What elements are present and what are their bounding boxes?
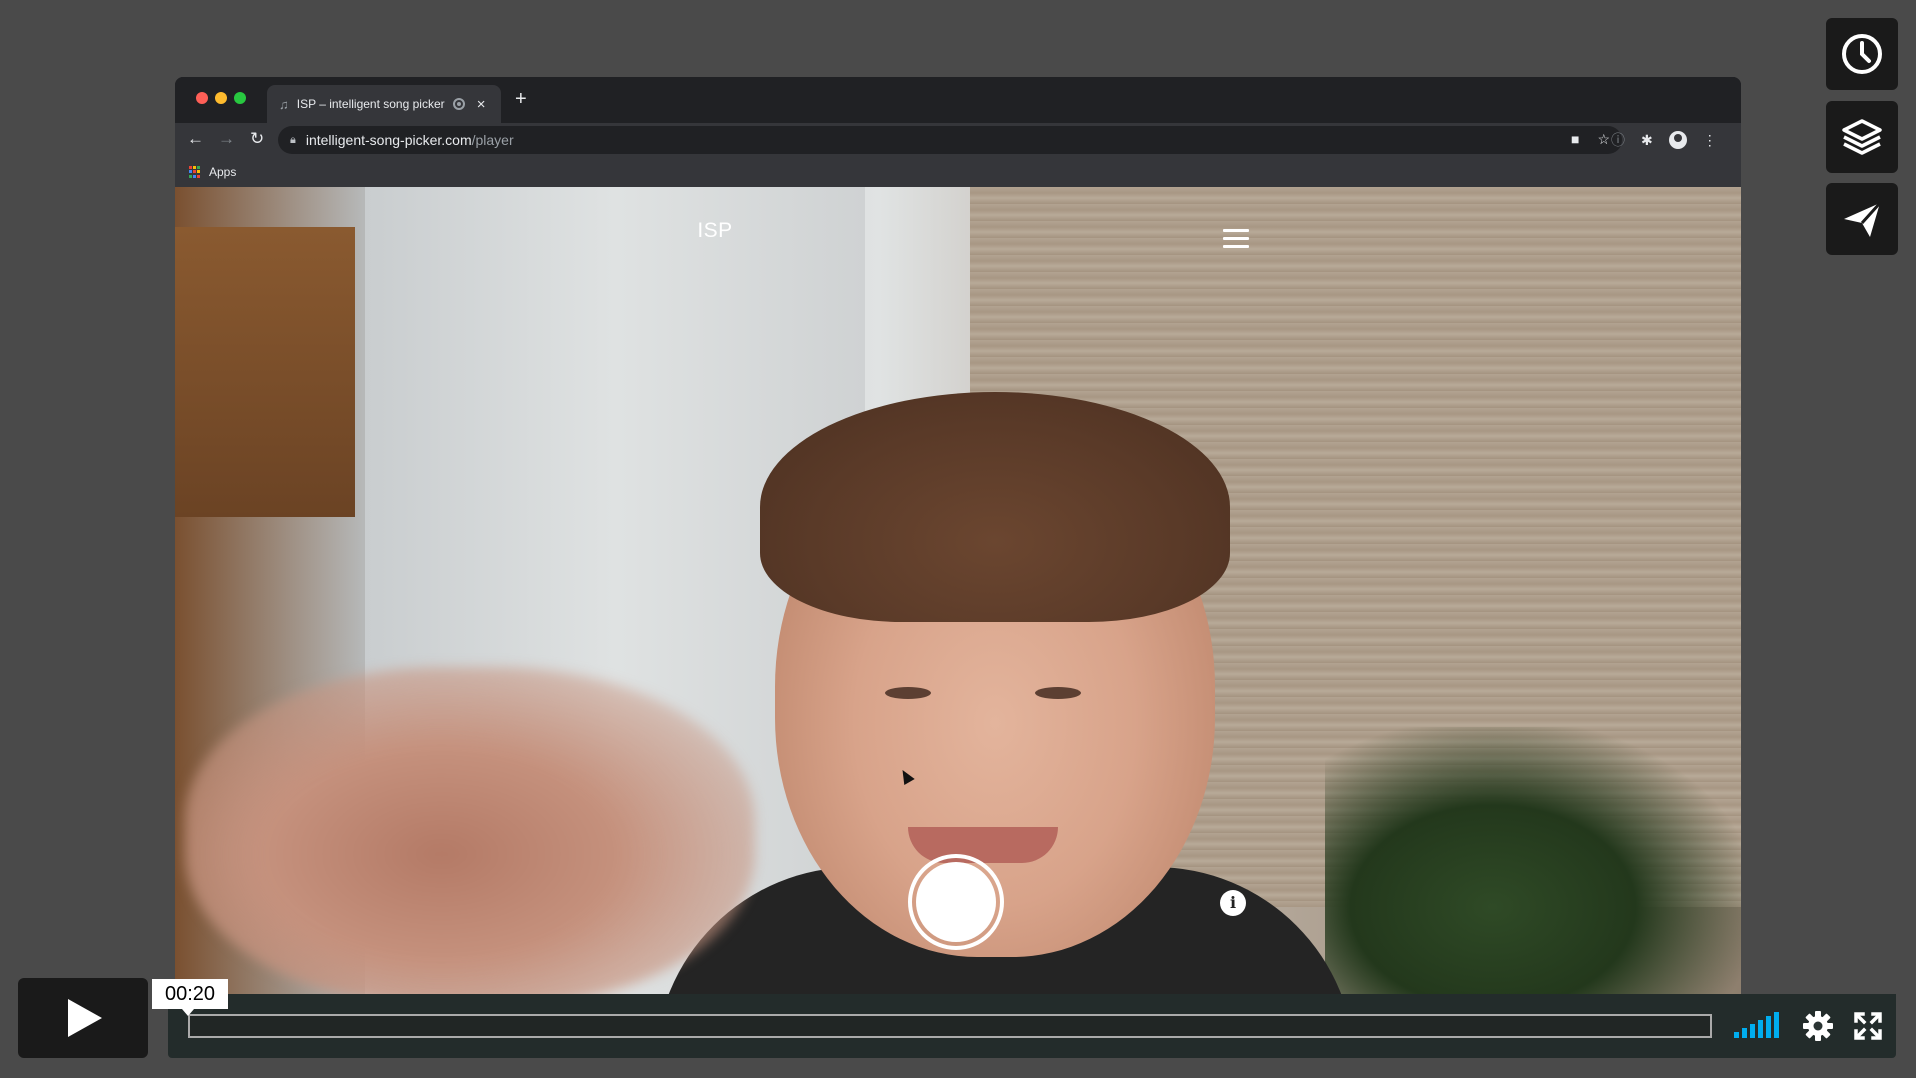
- fullscreen-icon[interactable]: [1852, 1010, 1884, 1042]
- play-icon: [68, 999, 102, 1037]
- play-button[interactable]: [18, 978, 148, 1058]
- url-path: /player: [471, 132, 514, 148]
- browser-window: ♫ ISP – intelligent song picker × + ← → …: [175, 77, 1741, 994]
- bookmark-star-icon[interactable]: ☆: [1597, 131, 1610, 148]
- person-eye: [1035, 687, 1081, 699]
- address-bar[interactable]: 🔒︎ intelligent-song-picker.com/player ■ …: [278, 126, 1622, 154]
- person-hair: [760, 392, 1230, 622]
- extension-info-icon[interactable]: ⓘ: [1611, 130, 1625, 150]
- browser-menu-icon[interactable]: ⋮: [1703, 132, 1717, 149]
- person-eye: [885, 687, 931, 699]
- close-window-button[interactable]: [196, 92, 208, 104]
- new-tab-button[interactable]: +: [515, 88, 527, 111]
- lock-icon[interactable]: 🔒︎: [290, 134, 296, 147]
- recording-indicator-icon: [452, 98, 465, 110]
- share-button[interactable]: [1826, 183, 1898, 255]
- reload-icon[interactable]: ↻: [250, 129, 264, 149]
- layers-icon: [1842, 119, 1882, 155]
- apps-grid-icon[interactable]: [189, 166, 201, 178]
- send-icon: [1844, 201, 1882, 237]
- settings-gear-icon[interactable]: [1802, 1010, 1834, 1042]
- background-cabinet: [175, 227, 355, 517]
- capture-button[interactable]: [908, 854, 1004, 950]
- volume-control[interactable]: [1734, 1012, 1779, 1038]
- music-note-icon: ♫: [279, 96, 289, 112]
- progress-bar[interactable]: [188, 1014, 1712, 1038]
- browser-tab[interactable]: ♫ ISP – intelligent song picker ×: [267, 85, 501, 123]
- tab-bar: ♫ ISP – intelligent song picker × +: [175, 77, 1741, 123]
- background-plant: [1325, 727, 1741, 994]
- camera-icon[interactable]: ■: [1571, 131, 1579, 148]
- clock-icon: [1842, 34, 1882, 74]
- info-button[interactable]: i: [1220, 890, 1246, 916]
- extensions-puzzle-icon[interactable]: ✱: [1641, 132, 1653, 149]
- player-control-bar: [168, 994, 1896, 1058]
- omnibox-actions: ■ ☆: [1571, 131, 1610, 148]
- minimize-window-button[interactable]: [215, 92, 227, 104]
- back-arrow-icon[interactable]: ←: [187, 129, 204, 149]
- person-mouth: [908, 827, 1058, 863]
- bookmarks-bar: Apps: [175, 157, 1741, 187]
- collections-button[interactable]: [1826, 101, 1898, 173]
- tab-close-icon[interactable]: ×: [477, 96, 486, 113]
- shutter-button-icon: [916, 862, 996, 942]
- hamburger-menu-icon[interactable]: [1223, 229, 1249, 249]
- zoom-window-button[interactable]: [234, 92, 246, 104]
- apps-bookmark[interactable]: Apps: [209, 165, 236, 179]
- app-title: ISP: [697, 219, 733, 242]
- camera-feed: ISP i: [175, 187, 1741, 994]
- profile-avatar-icon[interactable]: [1668, 131, 1687, 149]
- browser-toolbar-right: ⓘ ✱ ⋮: [1611, 130, 1717, 150]
- forward-arrow-icon[interactable]: →: [218, 129, 235, 149]
- current-time-tooltip: 00:20: [152, 979, 228, 1016]
- browser-toolbar: ← → ↻ 🔒︎ intelligent-song-picker.com/pla…: [175, 123, 1741, 157]
- tab-title: ISP – intelligent song picker: [296, 97, 445, 111]
- waving-hand: [185, 667, 755, 994]
- watch-later-button[interactable]: [1826, 18, 1898, 90]
- url-host: intelligent-song-picker.com: [305, 132, 472, 148]
